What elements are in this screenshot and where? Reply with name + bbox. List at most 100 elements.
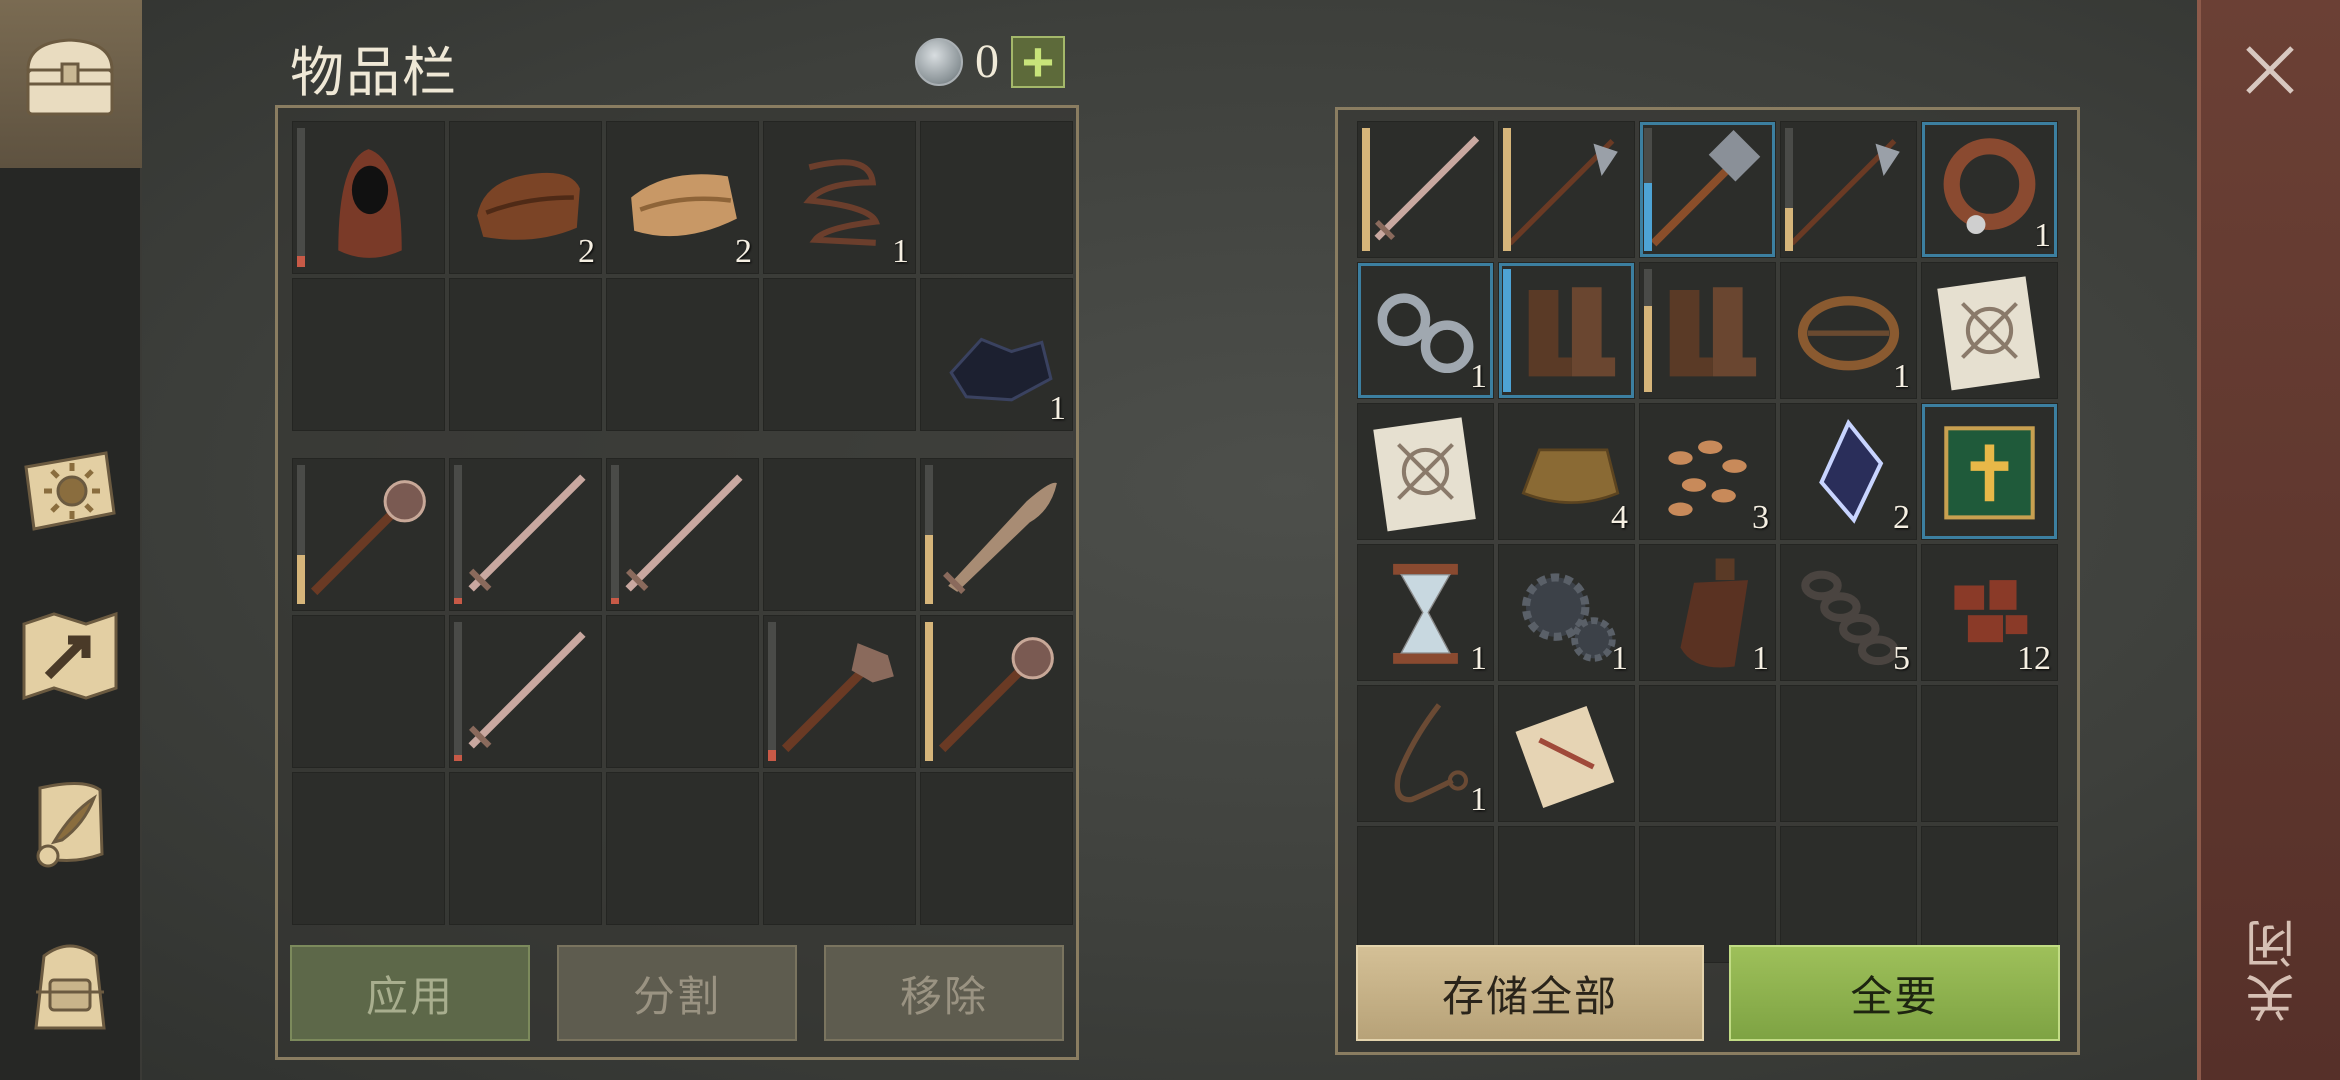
storage-slot[interactable] bbox=[1639, 685, 1776, 822]
map-icon[interactable] bbox=[14, 600, 126, 712]
storage-slot[interactable]: 1 bbox=[1921, 121, 2058, 258]
storage-slot[interactable] bbox=[1639, 121, 1776, 258]
inventory-weapon-slot[interactable] bbox=[920, 615, 1073, 768]
add-currency-button[interactable]: + bbox=[1011, 33, 1065, 89]
durability-track bbox=[297, 128, 305, 267]
durability-bar bbox=[1362, 128, 1370, 251]
close-label[interactable]: 关闭 bbox=[2238, 915, 2302, 1023]
item-count: 3 bbox=[1752, 499, 1769, 536]
item-count: 1 bbox=[1049, 390, 1066, 427]
storage-slot[interactable] bbox=[1921, 403, 2058, 540]
inventory-bag-slot[interactable] bbox=[920, 121, 1073, 274]
inventory-bag-slot[interactable] bbox=[292, 278, 445, 431]
inventory-weapon-slot[interactable] bbox=[292, 458, 445, 611]
blueprint-icon bbox=[1373, 417, 1476, 532]
storage-slot[interactable] bbox=[1357, 121, 1494, 258]
blueprint-icon bbox=[1937, 276, 2040, 391]
inventory-bag-slot[interactable]: 2 bbox=[606, 121, 759, 274]
durability-bar bbox=[1644, 305, 1652, 392]
storage-slot[interactable]: 1 bbox=[1357, 685, 1494, 822]
backpack-icon[interactable] bbox=[14, 928, 126, 1040]
inventory-bag-slot[interactable] bbox=[292, 121, 445, 274]
storage-slot[interactable]: 3 bbox=[1639, 403, 1776, 540]
inventory-weapon-slot[interactable] bbox=[763, 772, 916, 925]
storage-slot[interactable] bbox=[1498, 121, 1635, 258]
inventory-weapon-slot[interactable] bbox=[763, 615, 916, 768]
storage-slot[interactable] bbox=[1498, 826, 1635, 963]
inventory-bag-slot[interactable] bbox=[606, 278, 759, 431]
durability-track bbox=[454, 622, 462, 761]
inventory-weapon-slot[interactable] bbox=[606, 615, 759, 768]
inventory-title: 物品栏 bbox=[290, 43, 458, 103]
silver-coin-icon bbox=[915, 37, 963, 86]
hammer-icon bbox=[1650, 129, 1761, 247]
inventory-bag-slot[interactable]: 1 bbox=[763, 121, 916, 274]
inventory-weapon-slot[interactable] bbox=[449, 615, 602, 768]
apply-button[interactable]: 应用 bbox=[290, 945, 530, 1041]
currency-display: 0 + bbox=[915, 33, 1065, 89]
inventory-weapon-slot[interactable] bbox=[920, 458, 1073, 611]
durability-track bbox=[611, 465, 619, 604]
storage-slot[interactable] bbox=[1780, 121, 1917, 258]
storage-slot[interactable] bbox=[1357, 826, 1494, 963]
take-all-button[interactable]: 全要 bbox=[1729, 945, 2060, 1041]
falchion-icon bbox=[943, 482, 1057, 595]
store-all-button[interactable]: 存储全部 bbox=[1356, 945, 1704, 1041]
durability-bar bbox=[454, 598, 462, 604]
inventory-weapon-slot[interactable] bbox=[292, 772, 445, 925]
storage-slot[interactable]: 12 bbox=[1921, 544, 2058, 681]
storage-slot[interactable]: 5 bbox=[1780, 544, 1917, 681]
storage-slot[interactable]: 1 bbox=[1498, 544, 1635, 681]
durability-bar bbox=[297, 255, 305, 267]
storage-slot[interactable]: 4 bbox=[1498, 403, 1635, 540]
halberd-icon bbox=[1789, 138, 1900, 246]
storage-slot[interactable] bbox=[1498, 685, 1635, 822]
inventory-weapon-slot[interactable] bbox=[292, 615, 445, 768]
book-icon bbox=[1944, 426, 2035, 520]
inventory-bag-slot[interactable] bbox=[763, 278, 916, 431]
split-button[interactable]: 分割 bbox=[557, 945, 797, 1041]
storage-slot[interactable]: 2 bbox=[1780, 403, 1917, 540]
storage-slot[interactable] bbox=[1921, 685, 2058, 822]
storage-slot[interactable] bbox=[1780, 826, 1917, 963]
storage-slot[interactable]: 1 bbox=[1639, 544, 1776, 681]
mace-icon bbox=[938, 637, 1054, 753]
currency-amount: 0 bbox=[975, 35, 999, 88]
item-count: 4 bbox=[1611, 499, 1628, 536]
storage-slot[interactable] bbox=[1357, 403, 1494, 540]
inventory-bag-slot[interactable]: 1 bbox=[920, 278, 1073, 431]
item-count: 1 bbox=[1752, 640, 1769, 677]
storage-slot[interactable] bbox=[1921, 262, 2058, 399]
durability-bar bbox=[1503, 269, 1511, 392]
sidebar bbox=[0, 0, 142, 1080]
item-count: 2 bbox=[1893, 499, 1910, 536]
durability-bar bbox=[768, 749, 776, 761]
inventory-weapon-slot[interactable] bbox=[449, 772, 602, 925]
inventory-weapon-slot[interactable] bbox=[763, 458, 916, 611]
item-count: 1 bbox=[1470, 358, 1487, 395]
scroll-icon bbox=[1515, 705, 1615, 808]
storage-slot[interactable] bbox=[1639, 262, 1776, 399]
chest-icon[interactable] bbox=[14, 22, 126, 134]
sun-book-icon[interactable] bbox=[14, 435, 126, 547]
inventory-weapon-slot[interactable] bbox=[606, 772, 759, 925]
storage-slot[interactable] bbox=[1639, 826, 1776, 963]
storage-slot[interactable]: 1 bbox=[1357, 544, 1494, 681]
storage-slot[interactable]: 1 bbox=[1780, 262, 1917, 399]
item-count: 1 bbox=[892, 233, 909, 270]
quest-scroll-icon[interactable] bbox=[14, 768, 126, 880]
durability-track bbox=[454, 465, 462, 604]
close-icon[interactable] bbox=[2240, 40, 2300, 100]
remove-button[interactable]: 移除 bbox=[824, 945, 1064, 1041]
inventory-weapon-slot[interactable] bbox=[920, 772, 1073, 925]
storage-slot[interactable] bbox=[1780, 685, 1917, 822]
storage-slot[interactable] bbox=[1498, 262, 1635, 399]
halberd-icon bbox=[1507, 138, 1618, 246]
storage-slot[interactable] bbox=[1921, 826, 2058, 963]
inventory-bag-slot[interactable]: 2 bbox=[449, 121, 602, 274]
inventory-weapon-slot[interactable] bbox=[606, 458, 759, 611]
inventory-weapon-slot[interactable] bbox=[449, 458, 602, 611]
durability-bar bbox=[454, 755, 462, 761]
storage-slot[interactable]: 1 bbox=[1357, 262, 1494, 399]
inventory-bag-slot[interactable] bbox=[449, 278, 602, 431]
